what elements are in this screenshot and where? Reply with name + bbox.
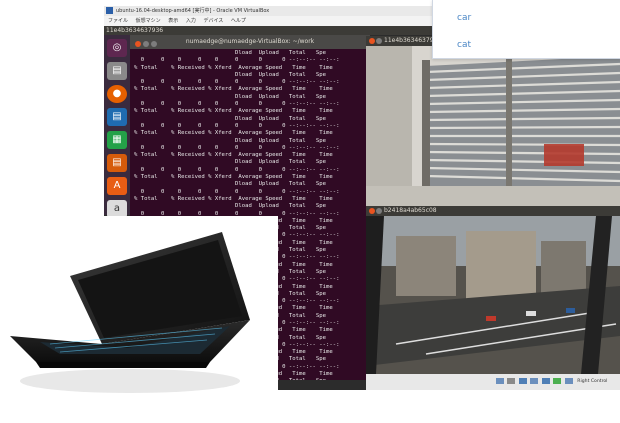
menu-machine[interactable]: 仮想マシン [136, 18, 161, 24]
files-icon[interactable]: ▤ [107, 62, 127, 80]
street-camera-feed [366, 216, 620, 374]
terminal-line: Dload Upload Total Spe [134, 181, 326, 188]
terminal-line: 0 0 0 0 0 0 0 0 --:--:-- --:--: [134, 122, 340, 129]
dropdown-item-car[interactable]: car [457, 13, 471, 23]
camera-window-2[interactable]: b2418a4ab65c08 [366, 206, 620, 374]
terminal-line: % Total % Received % Xferd Average Speed… [134, 174, 333, 181]
terminal-line: % Total % Received % Xferd Average Speed… [134, 86, 333, 93]
network-icon[interactable] [518, 377, 527, 384]
unity-launcher: ◎ ▤ ● ▤ ▦ ▤ A a [104, 35, 130, 218]
mouse-integration-icon[interactable] [564, 377, 573, 384]
optical-drive-icon[interactable] [507, 377, 516, 384]
virtualbox-icon [106, 7, 113, 14]
office-camera-feed [366, 46, 620, 208]
laptop-product-photo [0, 216, 278, 423]
terminal-title: numaedge@numaedge-VirtualBox: ~/work [185, 38, 315, 45]
display-icon[interactable] [553, 377, 562, 384]
menu-help[interactable]: ヘルプ [231, 18, 246, 24]
terminal-line: 0 0 0 0 0 0 0 0 --:--:-- --:--: [134, 79, 340, 86]
shared-folders-icon[interactable] [541, 377, 550, 384]
camera-window-1[interactable]: 11e4b3634637936 [366, 36, 620, 208]
close-icon[interactable] [369, 208, 375, 214]
hdd-icon[interactable] [496, 377, 504, 384]
terminal-line: Dload Upload Total Spe [134, 50, 326, 56]
camera-window-2-title-bar[interactable]: b2418a4ab65c08 [366, 206, 620, 216]
camera-window-2-title: b2418a4ab65c08 [384, 207, 437, 214]
close-icon[interactable] [369, 38, 375, 44]
firefox-icon[interactable]: ● [107, 85, 127, 103]
close-icon[interactable] [135, 41, 141, 47]
dropdown-item-cat[interactable]: cat [457, 40, 471, 50]
terminal-line: Dload Upload Total Spe [134, 203, 326, 210]
terminal-line: % Total % Received % Xferd Average Speed… [134, 64, 333, 71]
terminal-line: % Total % Received % Xferd Average Speed… [134, 195, 333, 202]
calc-icon[interactable]: ▦ [107, 131, 127, 149]
terminal-line: % Total % Received % Xferd Average Speed… [134, 130, 333, 137]
menu-file[interactable]: ファイル [108, 18, 128, 24]
terminal-title-bar[interactable]: numaedge@numaedge-VirtualBox: ~/work [130, 35, 370, 49]
impress-icon[interactable]: ▤ [107, 154, 127, 172]
laptop-image [10, 232, 250, 393]
terminal-line: 0 0 0 0 0 0 0 0 --:--:-- --:--: [134, 57, 340, 64]
software-center-icon[interactable]: A [107, 177, 127, 195]
terminal-line: % Total % Received % Xferd Average Speed… [134, 152, 333, 159]
menu-input[interactable]: 入力 [186, 18, 196, 24]
minimize-icon[interactable] [376, 38, 382, 44]
terminal-line: 0 0 0 0 0 0 0 0 --:--:-- --:--: [134, 101, 340, 108]
terminal-line: Dload Upload Total Spe [134, 115, 326, 122]
terminal-line: 0 0 0 0 0 0 0 0 --:--:-- --:--: [134, 144, 340, 151]
terminal-line: Dload Upload Total Spe [134, 71, 326, 78]
window-title: ubuntu-16.04-desktop-amd64 [実行中] - Oracl… [116, 8, 270, 14]
terminal-line: Dload Upload Total Spe [134, 159, 326, 166]
host-key-label: Right Control [577, 379, 608, 384]
terminal-line: Dload Upload Total Spe [134, 93, 326, 100]
terminal-line: 0 0 0 0 0 0 0 0 --:--:-- --:--: [134, 188, 340, 195]
terminal-line: % Total % Received % Xferd Average Speed… [134, 108, 333, 115]
dash-home-icon[interactable]: ◎ [107, 39, 127, 57]
usb-icon[interactable] [530, 377, 539, 384]
label-dropdown-list[interactable]: car cat [432, 0, 620, 59]
terminal-line: Dload Upload Total Spe [134, 137, 326, 144]
virtualbox-status-bar: Right Control [366, 374, 620, 390]
menu-view[interactable]: 表示 [168, 18, 178, 24]
minimize-icon[interactable] [143, 41, 149, 47]
minimize-icon[interactable] [376, 208, 382, 214]
maximize-icon[interactable] [151, 41, 157, 47]
writer-icon[interactable]: ▤ [107, 108, 127, 126]
terminal-line: 0 0 0 0 0 0 0 0 --:--:-- --:--: [134, 166, 340, 173]
menu-devices[interactable]: デバイス [203, 18, 223, 24]
